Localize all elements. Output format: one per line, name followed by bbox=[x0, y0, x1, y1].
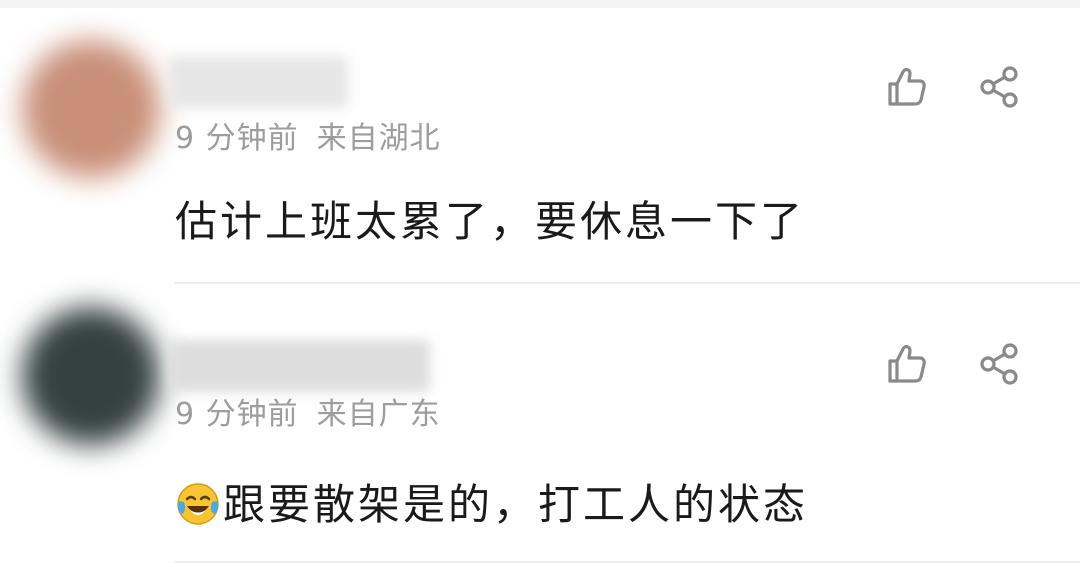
comment-location: 来自广东 bbox=[316, 397, 441, 432]
avatar[interactable] bbox=[22, 40, 160, 178]
comment-item: 9 分钟前 来自广东 跟要散架是的，打工人的状态 bbox=[0, 285, 1080, 571]
avatar[interactable] bbox=[22, 307, 160, 445]
comment-text-container: 跟要散架是的，打工人的状态 bbox=[175, 471, 808, 532]
comment-text: 跟要散架是的，打工人的状态 bbox=[223, 480, 809, 529]
thumbs-up-icon bbox=[888, 67, 926, 106]
username-redacted[interactable] bbox=[168, 56, 348, 108]
divider bbox=[175, 282, 1080, 284]
share-icon bbox=[980, 66, 1018, 108]
share-icon bbox=[980, 343, 1018, 385]
like-button[interactable] bbox=[884, 341, 930, 387]
comment-time: 9 分钟前 bbox=[175, 121, 299, 156]
comment-location: 来自湖北 bbox=[316, 121, 441, 156]
divider bbox=[175, 561, 1080, 563]
username-redacted[interactable] bbox=[168, 340, 430, 392]
comment-item: 9 分钟前 来自湖北 估计上班太累了，要休息一下了 bbox=[0, 0, 1080, 285]
comment-time: 9 分钟前 bbox=[175, 397, 299, 432]
comment-list: 9 分钟前 来自湖北 估计上班太累了，要休息一下了 9 分钟前 来自广东 跟要散… bbox=[0, 0, 1080, 571]
like-button[interactable] bbox=[884, 64, 930, 110]
share-button[interactable] bbox=[976, 64, 1022, 110]
comment-text: 估计上班太累了，要休息一下了 bbox=[175, 197, 806, 246]
tears-of-joy-emoji-icon bbox=[177, 483, 219, 525]
comment-meta: 9 分钟前 来自广东 bbox=[175, 389, 441, 433]
comment-meta: 9 分钟前 来自湖北 bbox=[175, 113, 441, 157]
thumbs-up-icon bbox=[888, 344, 926, 383]
share-button[interactable] bbox=[976, 341, 1022, 387]
